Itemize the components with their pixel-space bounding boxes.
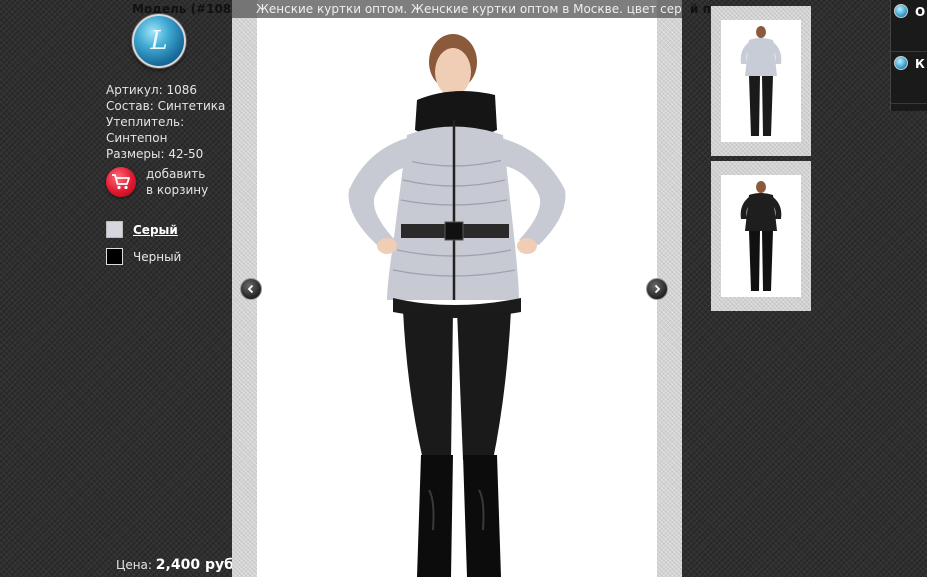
price-label: Цена: <box>116 558 152 572</box>
add-to-cart-button[interactable]: добавить в корзину <box>106 166 208 198</box>
logo-letter: L <box>150 26 168 56</box>
shopping-cart-icon[interactable] <box>106 167 136 197</box>
side-menu-item-1[interactable]: О <box>891 0 927 52</box>
color-label-grey[interactable]: Серый <box>133 223 178 237</box>
add-to-cart-label[interactable]: добавить в корзину <box>146 166 208 198</box>
brand-logo[interactable]: L <box>132 14 186 68</box>
image-caption: Женские куртки оптом. Женские куртки опт… <box>232 0 682 18</box>
chevron-right-icon <box>654 284 661 294</box>
product-price: Цена: 2,400 руб. <box>116 557 239 573</box>
thumbnail-grey-image[interactable] <box>721 20 801 142</box>
product-insulation-value: Синтепон <box>106 131 168 145</box>
side-menu: О К <box>890 0 927 111</box>
image-viewer: Женские куртки оптом. Женские куртки опт… <box>232 0 682 577</box>
side-menu-label-1[interactable]: О <box>915 4 925 20</box>
product-sizes: Размеры: 42-50 <box>106 147 204 161</box>
product-photo[interactable] <box>257 0 657 577</box>
model-figure <box>348 34 566 577</box>
bullet-icon <box>894 56 908 70</box>
product-info: Артикул: 1086 Состав: Синтетика Утеплите… <box>106 82 225 162</box>
thumbnail-black[interactable] <box>711 161 811 311</box>
thumbnail-grey[interactable] <box>711 6 811 156</box>
color-option-black[interactable]: Черный <box>106 248 181 265</box>
thumbnail-black-image[interactable] <box>721 175 801 297</box>
product-insulation-label: Утеплитель: <box>106 115 185 129</box>
side-menu-label-2[interactable]: К <box>915 56 925 72</box>
bullet-icon <box>894 4 908 18</box>
color-option-grey[interactable]: Серый <box>106 221 178 238</box>
add-to-cart-line1: добавить <box>146 167 206 181</box>
side-menu-item-2[interactable]: К <box>891 52 927 104</box>
product-article: Артикул: 1086 <box>106 83 198 97</box>
price-value: 2,400 руб. <box>155 557 240 573</box>
chevron-left-icon <box>247 284 254 294</box>
color-swatch-black[interactable] <box>106 248 123 265</box>
previous-image-button[interactable] <box>240 278 262 300</box>
color-swatch-grey[interactable] <box>106 221 123 238</box>
product-composition: Состав: Синтетика <box>106 99 226 113</box>
thumbnail-grey-figure <box>740 26 782 136</box>
thumbnail-black-figure <box>740 181 782 291</box>
add-to-cart-line2: в корзину <box>146 183 209 197</box>
color-label-black[interactable]: Черный <box>133 250 181 264</box>
next-image-button[interactable] <box>646 278 668 300</box>
